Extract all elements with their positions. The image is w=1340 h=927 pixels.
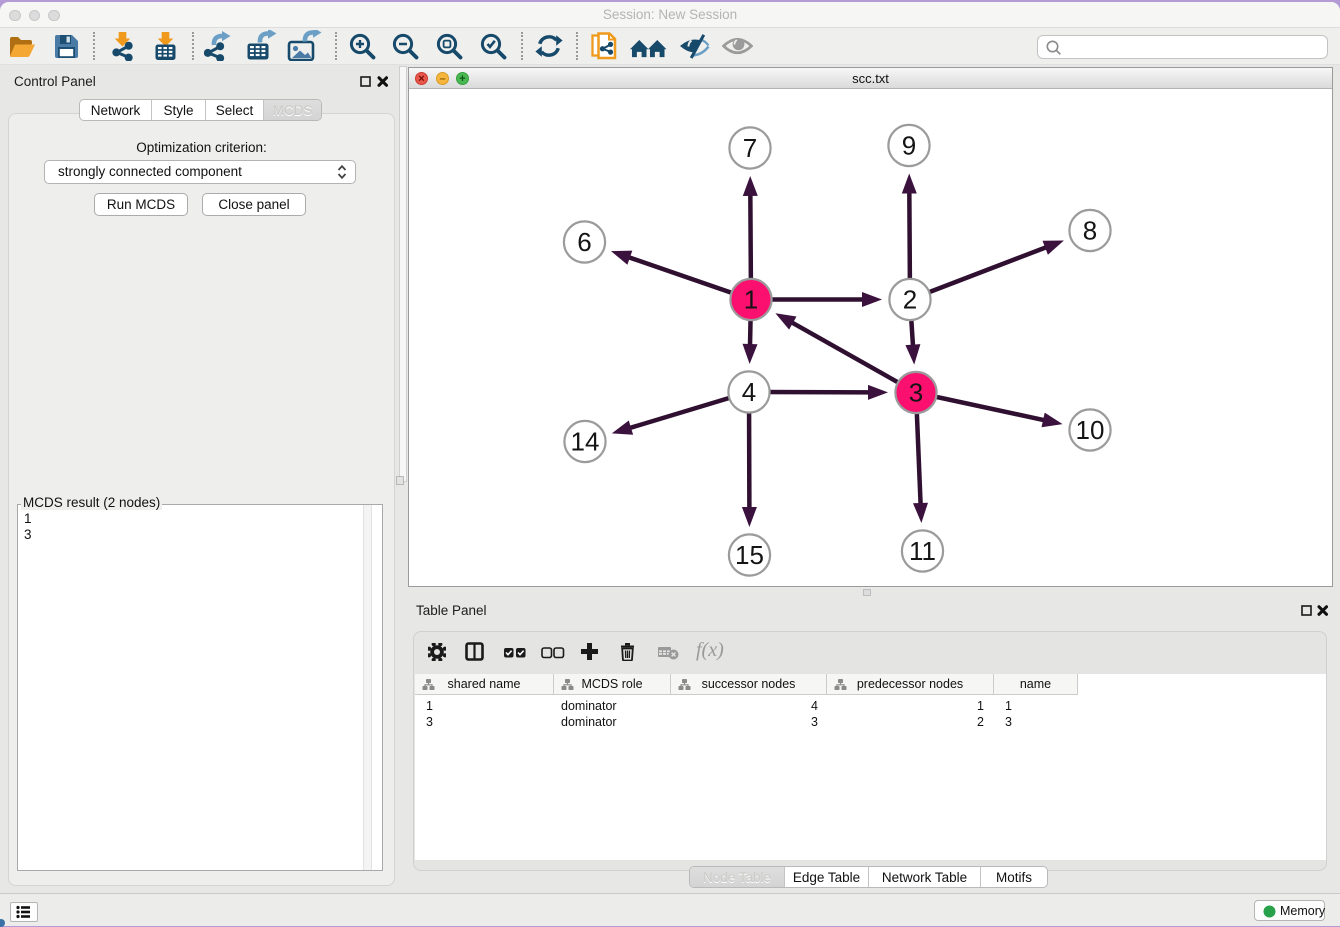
svg-text:1: 1: [744, 285, 758, 315]
svg-text:7: 7: [743, 133, 757, 163]
svg-text:15: 15: [735, 540, 764, 570]
svg-text:6: 6: [577, 227, 591, 257]
svg-text:4: 4: [742, 377, 756, 407]
svg-text:3: 3: [909, 378, 923, 408]
svg-text:9: 9: [902, 131, 916, 161]
svg-text:11: 11: [909, 536, 936, 566]
svg-text:2: 2: [903, 285, 917, 315]
svg-text:10: 10: [1076, 415, 1105, 445]
svg-text:f(x): f(x): [696, 639, 724, 661]
svg-text:8: 8: [1083, 216, 1097, 246]
svg-text:14: 14: [571, 427, 600, 457]
